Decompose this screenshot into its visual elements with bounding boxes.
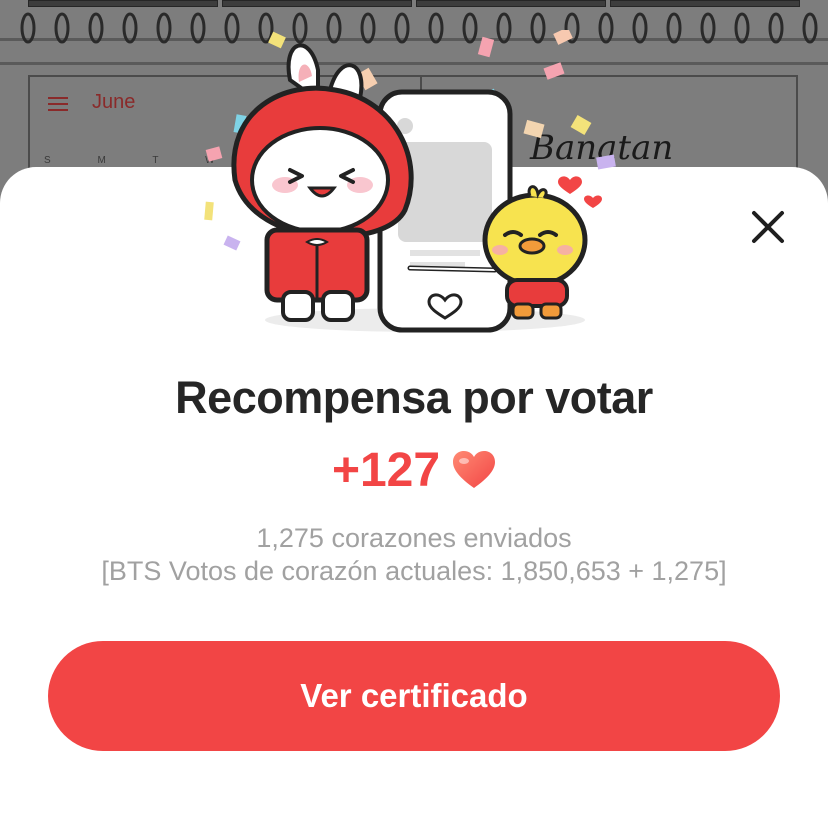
background-photo xyxy=(416,0,606,7)
binder-ring xyxy=(802,12,818,44)
weekday-label: M xyxy=(97,155,106,166)
binder-ring xyxy=(122,12,138,44)
close-button[interactable] xyxy=(744,203,792,251)
weekday-label: T xyxy=(152,155,159,166)
heart-icon xyxy=(453,451,496,488)
weekday-label: S xyxy=(44,155,51,166)
background-photo xyxy=(28,0,218,7)
menu-icon xyxy=(48,97,68,111)
binder-ring xyxy=(700,12,716,44)
background-photo-strip xyxy=(0,0,828,7)
reward-title: Recompensa por votar xyxy=(175,372,653,423)
calendar-weekdays: S M T W xyxy=(44,155,215,166)
calendar-month: June xyxy=(92,91,136,113)
binder-ring xyxy=(54,12,70,44)
background-photo xyxy=(222,0,412,7)
current-votes-text: [BTS Votos de corazón actuales: 1,850,65… xyxy=(101,556,727,586)
binder-ring xyxy=(20,12,36,44)
hearts-sent-text: 1,275 corazones enviados xyxy=(256,523,572,553)
binder-ring xyxy=(768,12,784,44)
binder-ring xyxy=(632,12,648,44)
reward-amount-row: +127 xyxy=(0,442,828,498)
view-certificate-button[interactable]: Ver certificado xyxy=(48,641,780,751)
binder-ring xyxy=(734,12,750,44)
background-photo xyxy=(610,0,800,7)
reward-amount: +127 xyxy=(331,443,441,497)
binder-ring xyxy=(666,12,682,44)
celebration-illustration xyxy=(204,30,616,333)
close-icon xyxy=(752,211,784,243)
binder-ring xyxy=(88,12,104,44)
binder-ring xyxy=(156,12,172,44)
